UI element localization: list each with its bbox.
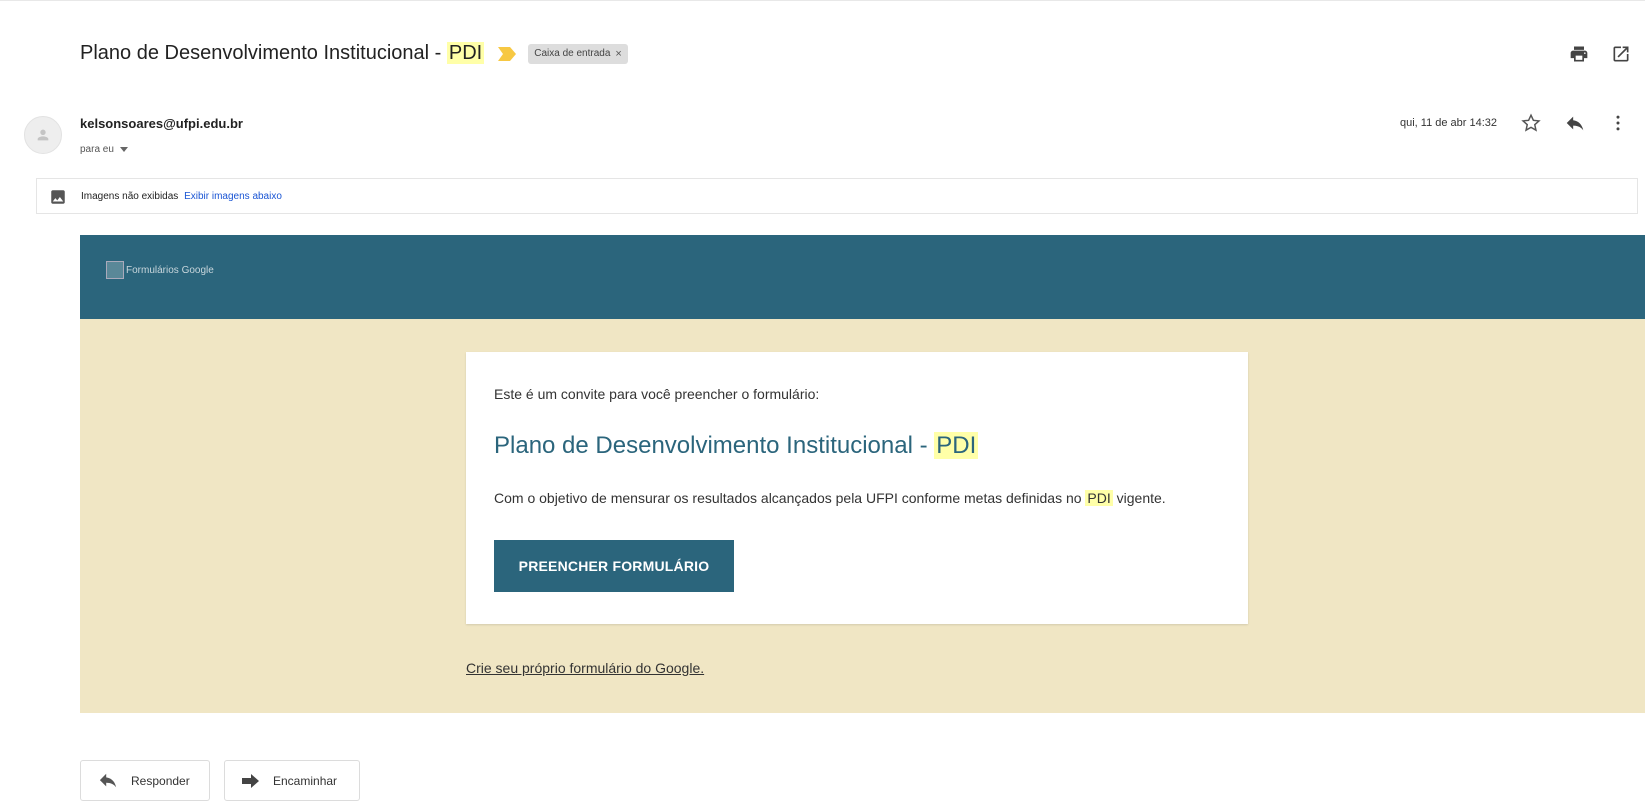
form-description: Com o objetivo de mensurar os resultados… bbox=[494, 490, 1166, 506]
reply-icon bbox=[99, 773, 117, 787]
search-highlight: PDI bbox=[1085, 490, 1113, 506]
forward-icon bbox=[242, 773, 259, 788]
invite-card: Este é um convite para você preencher o … bbox=[466, 352, 1248, 624]
important-marker-icon[interactable] bbox=[498, 46, 517, 61]
show-images-link[interactable]: Exibir imagens abaixo bbox=[184, 191, 282, 202]
recipient-line[interactable]: para eu bbox=[80, 144, 128, 155]
avatar-icon[interactable] bbox=[24, 116, 62, 154]
search-highlight: PDI bbox=[934, 432, 979, 459]
form-title: Plano de Desenvolvimento Institucional -… bbox=[494, 432, 979, 459]
sender-email[interactable]: kelsonsoares@ufpi.edu.br bbox=[80, 116, 243, 131]
email-subject-row: Plano de Desenvolvimento Institucional -… bbox=[80, 42, 628, 65]
thread-actions bbox=[1569, 44, 1631, 64]
print-icon[interactable] bbox=[1569, 44, 1589, 64]
search-highlight: PDI bbox=[446, 42, 485, 64]
remove-label-icon[interactable]: × bbox=[615, 48, 621, 60]
reply-icon[interactable] bbox=[1564, 112, 1586, 134]
image-icon bbox=[49, 188, 67, 211]
top-divider bbox=[0, 0, 1645, 1]
invite-text: Este é um convite para você preencher o … bbox=[494, 386, 820, 402]
open-new-window-icon[interactable] bbox=[1611, 44, 1631, 64]
star-icon[interactable] bbox=[1520, 112, 1542, 134]
images-hidden-text: Imagens não exibidas bbox=[81, 190, 179, 202]
more-vert-icon[interactable] bbox=[1608, 112, 1628, 134]
email-subject: Plano de Desenvolvimento Institucional -… bbox=[80, 42, 485, 64]
message-date: qui, 11 de abr 14:32 bbox=[1400, 117, 1498, 129]
message-actions bbox=[1520, 112, 1628, 134]
forms-banner: Formulários Google bbox=[80, 235, 1645, 319]
label-chip-inbox[interactable]: Caixa de entrada × bbox=[528, 43, 628, 64]
fill-form-button[interactable]: PREENCHER FORMULÁRIO bbox=[494, 540, 734, 592]
forms-logo: Formulários Google bbox=[106, 261, 214, 279]
images-hidden-notice: Imagens não exibidas Exibir imagens abai… bbox=[36, 178, 1638, 214]
broken-image-icon bbox=[106, 261, 124, 279]
forward-button[interactable]: Encaminhar bbox=[224, 760, 360, 801]
chevron-down-icon[interactable] bbox=[119, 147, 128, 152]
reply-button[interactable]: Responder bbox=[80, 760, 210, 801]
create-form-link[interactable]: Crie seu próprio formulário do Google. bbox=[466, 660, 704, 676]
